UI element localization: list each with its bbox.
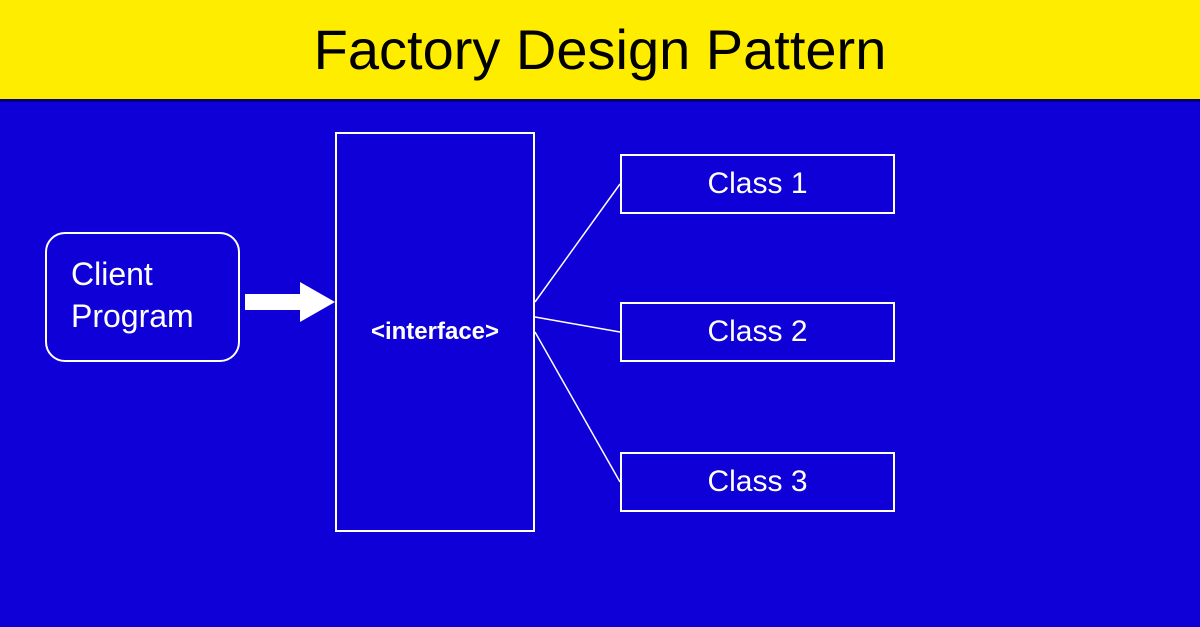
class-box-1: Class 1: [620, 154, 895, 214]
diagram-canvas: Client Program <interface> Class 1 Class…: [0, 102, 1200, 627]
client-label-line1: Client: [71, 254, 214, 296]
connector-lines: [0, 102, 1200, 627]
client-label-line2: Program: [71, 296, 214, 338]
class-2-label: Class 2: [707, 315, 807, 349]
class-3-label: Class 3: [707, 465, 807, 499]
page-title: Factory Design Pattern: [314, 17, 887, 82]
arrow-icon: [245, 282, 340, 322]
class-1-label: Class 1: [707, 167, 807, 201]
interface-label: <interface>: [371, 318, 499, 346]
client-program-box: Client Program: [45, 232, 240, 362]
header-banner: Factory Design Pattern: [0, 0, 1200, 102]
class-box-2: Class 2: [620, 302, 895, 362]
class-box-3: Class 3: [620, 452, 895, 512]
interface-box: <interface>: [335, 132, 535, 532]
